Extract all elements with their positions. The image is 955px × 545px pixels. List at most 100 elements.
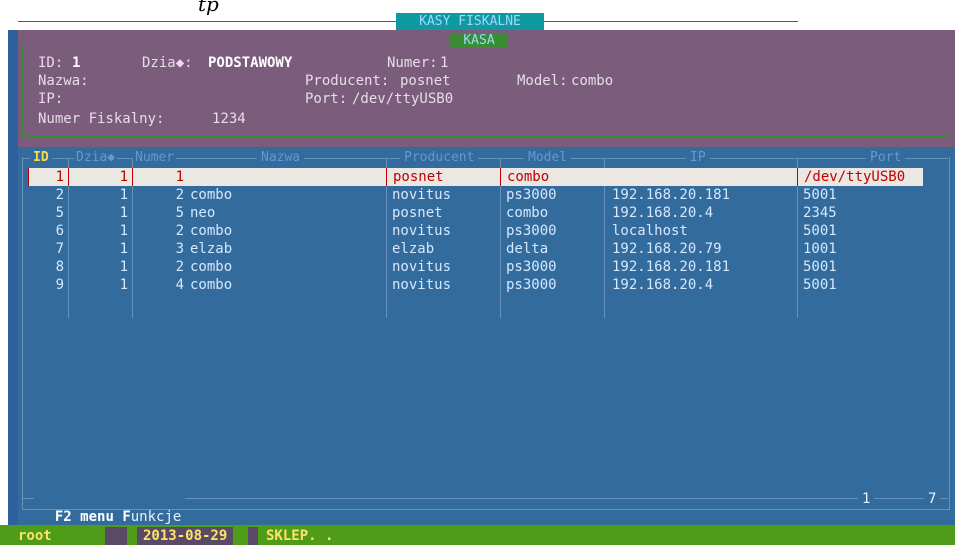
position-current: 1 [858,490,875,508]
left-border [8,30,18,525]
cell-model: combo [506,205,549,221]
cell-numer: 2 [175,259,184,275]
cell-dzial: 1 [119,259,128,275]
status-date: 2013-08-29 [137,527,234,545]
port-value: /dev/ttyUSB0 [352,91,454,107]
cell-nazwa: combo [190,277,233,293]
cell-id: 7 [55,241,64,257]
producent-label: Producent: [305,73,390,89]
cell-id: 2 [55,187,64,203]
status-shop: SKLEP. . [266,528,334,544]
cell-nazwa: elzab [190,241,233,257]
cell-port: 5001 [803,259,837,275]
cell-numer: 5 [175,205,184,221]
dzial-label: Dzia◆: [142,55,193,71]
cell-id: 5 [55,205,64,221]
cell-ip: 192.168.20.181 [612,187,731,203]
table-row[interactable]: 8 1 2 combo novitus ps3000 192.168.20.181 5001 [28,258,923,276]
id-value: 1 [72,55,81,71]
table-row[interactable]: 5 1 5 neo posnet combo 192.168.20.4 2345 [28,204,923,222]
column-header-dzial[interactable]: Dzia◆ [74,149,118,167]
table-row[interactable]: 1 1 1 posnet combo/dev/ttyUSB0 [28,168,923,186]
ip-label: IP: [38,91,64,107]
cell-ip: 192.168.20.4 [612,277,714,293]
cell-nazwa: combo [190,259,233,275]
cell-port: /dev/ttyUSB0 [797,168,922,186]
numer-value: 1 [440,55,449,71]
cell-numer: 4 [175,277,184,293]
partial-header-text: tp [198,0,219,16]
column-header-model[interactable]: Model [524,149,572,167]
menu-label: menu [80,509,114,525]
column-header-numer[interactable]: Numer [133,149,177,167]
cell-model: ps3000 [506,259,557,275]
window-title: KASY FISKALNE [396,13,544,30]
cell-dzial: 1 [119,187,128,203]
kasa-panel-title: KASA [450,33,508,48]
cell-producent: novitus [392,187,452,203]
cell-nazwa: neo [190,205,216,221]
port-label: Port: [305,91,348,107]
column-header-ip[interactable]: IP [686,149,710,167]
cell-id: 1 [28,168,66,186]
cell-port: 1001 [803,241,837,257]
cell-ip: 192.168.20.79 [612,241,722,257]
cell-numer: 2 [175,223,184,239]
cell-model: combo [500,168,602,186]
f-key: F [122,509,131,525]
table-row[interactable]: 9 1 4 combo novitus ps3000 192.168.20.4 5001 [28,276,923,294]
cell-ip: localhost [612,223,688,239]
cell-producent: novitus [392,277,452,293]
cell-model: delta [506,241,549,257]
column-header-port[interactable]: Port [866,149,906,167]
footer-menu[interactable]: F2 menu Funkcje [34,490,186,525]
column-header-id[interactable]: ID [30,149,52,167]
cell-model: ps3000 [506,187,557,203]
cell-port: 5001 [803,187,837,203]
cell-ip: 192.168.20.181 [612,259,731,275]
nazwa-label: Nazwa: [38,73,89,89]
column-header-producent[interactable]: Producent [400,149,479,167]
table-row[interactable]: 2 1 2 combo novitus ps3000 192.168.20.181 5001 [28,186,923,204]
cell-numer: 1 [132,168,186,186]
column-header-nazwa[interactable]: Nazwa [257,149,305,167]
funkcje-label: unkcje [130,509,182,525]
model-value: combo [571,73,614,89]
id-label: ID: [38,55,64,71]
cell-ip: 192.168.20.4 [612,205,714,221]
cell-producent: posnet [386,168,498,186]
dzial-value: PODSTAWOWY [208,55,293,71]
f2-key: F2 [54,509,72,525]
cell-numer: 3 [175,241,184,257]
cell-numer: 2 [175,187,184,203]
cell-dzial: 1 [68,168,130,186]
table-row[interactable]: 7 1 3 elzab elzab delta 192.168.20.79 1001 [28,240,923,258]
producent-value: posnet [400,73,451,89]
status-user: root [18,528,52,544]
cell-id: 9 [55,277,64,293]
cell-port: 5001 [803,277,837,293]
table-row[interactable]: 6 1 2 combo novitus ps3000 localhost 5001 [28,222,923,240]
cell-id: 8 [55,259,64,275]
cell-model: ps3000 [506,277,557,293]
cell-nazwa: combo [190,223,233,239]
cell-port: 2345 [803,205,837,221]
status-divider [248,527,258,545]
cell-producent: elzab [392,241,435,257]
cell-port: 5001 [803,223,837,239]
numer-fiskalny-label: Numer Fiskalny: [38,111,165,127]
numer-fiskalny-value: 1234 [212,111,246,127]
cell-dzial: 1 [119,241,128,257]
cell-model: ps3000 [506,223,557,239]
cell-id: 6 [55,223,64,239]
cell-producent: novitus [392,223,452,239]
cell-producent: novitus [392,259,452,275]
cell-producent: posnet [392,205,443,221]
cell-nazwa: combo [190,187,233,203]
status-divider [105,527,127,545]
cell-dzial: 1 [119,205,128,221]
numer-label: Numer: [387,55,438,71]
cell-dzial: 1 [119,223,128,239]
position-total: 7 [924,490,941,508]
cell-dzial: 1 [119,277,128,293]
